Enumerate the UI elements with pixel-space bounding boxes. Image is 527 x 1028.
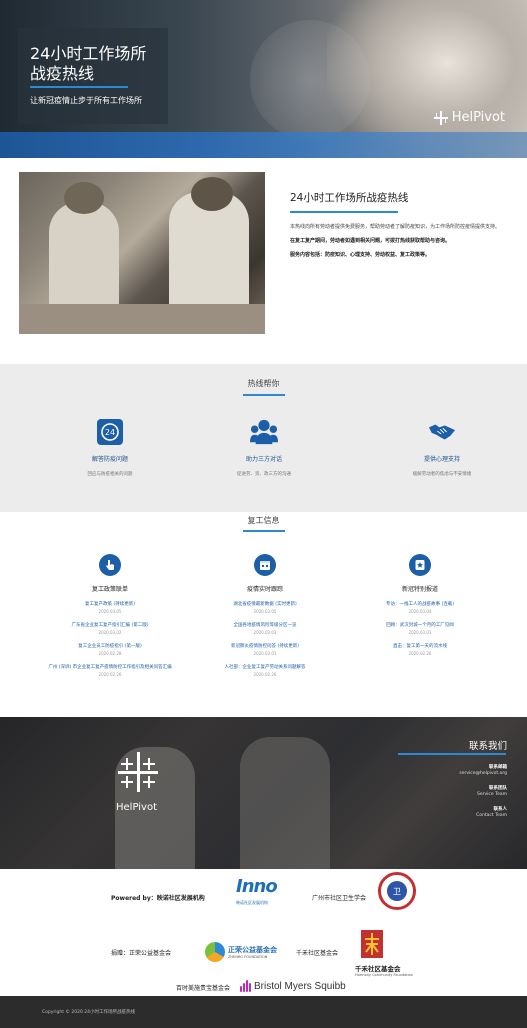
hero-banner: 24小时工作场所战疫热线 让新冠疫情止步于所有工作场所 HelPivot <box>0 0 527 158</box>
helpivot-logo-icon <box>118 752 158 792</box>
hotline-item-title: 解答防疫问题 <box>91 456 128 463</box>
return-column: 复工政策联单 复工复产政策 (持续更新) 2020.03.05 广东省企业复工复… <box>25 554 195 677</box>
svg-text:24: 24 <box>105 428 115 437</box>
contact-value: Contact Team <box>476 813 507 818</box>
news-date: 2020.03.01 <box>253 651 277 656</box>
news-date: 2020.03.05 <box>253 609 277 614</box>
hotline-item-title: 提供心理支持 <box>423 456 460 463</box>
helpivot-logo-icon <box>433 110 448 125</box>
return-title-underline <box>243 530 285 532</box>
news-link[interactable]: 广州 (深圳) 市企业复工复产疫情防控工作指引及相关问答汇编 <box>25 665 195 671</box>
news-date: 2020.03.02 <box>98 630 122 635</box>
bms-name: Bristol Myers Squibb <box>254 980 346 992</box>
qianhe-title: 千禾社区基金会 <box>355 965 401 973</box>
zhengrong-icon <box>205 942 225 962</box>
star-badge-icon <box>409 554 431 576</box>
contact-brand-name: HelPivot <box>116 802 157 813</box>
guangzhou-society-seal[interactable]: 卫 <box>378 872 416 910</box>
qianhe-subtitle: Harmony Community Foundation <box>355 973 414 977</box>
news-date: 2020.03.03 <box>253 630 277 635</box>
calendar-icon <box>254 554 276 576</box>
about-paragraph: 服务内容包括：防疫知识、心理支持、劳动权益、复工政策等。 <box>290 252 431 258</box>
return-title: 复工信息 <box>247 516 280 525</box>
people-icon <box>250 418 278 446</box>
contact-title-underline <box>398 753 506 755</box>
about-title: 24小时工作场所战疫热线 <box>290 192 409 204</box>
news-link[interactable]: 回顾：武汉封城一个月的工厂见闻 <box>335 623 505 629</box>
news-date: 2020.02.28 <box>98 651 122 656</box>
calendar-24-icon: 24 <box>96 418 124 446</box>
copyright: Copyright © 2020 24小时工作场所战疫热线 <box>42 1010 135 1015</box>
news-date: 2020.03.05 <box>98 609 122 614</box>
hotline-title: 热线帮你 <box>247 379 280 388</box>
hero-blue-stripe <box>0 132 527 158</box>
bms-logo[interactable]: Bristol Myers Squibb <box>240 980 346 992</box>
hotline-item[interactable]: 提供心理支持 缓解劳动者的焦虑与不安情绪 <box>372 418 512 477</box>
news-date: 2020.02.26 <box>253 672 277 677</box>
contact-section <box>0 717 527 869</box>
news-link[interactable]: 湖北省疫情最新数据 (实时更新) <box>180 602 350 608</box>
hotline-item-desc: 缓解劳动者的焦虑与不安情绪 <box>412 472 472 477</box>
hotline-item-desc: 促进劳、资、政三方的沟通 <box>237 472 291 477</box>
about-section: 24小时工作场所战疫热线 本热线向所有劳动者提供免费服务，帮助劳动者了解防疫知识… <box>290 190 510 265</box>
news-link[interactable]: 专访：一线工人的战疫故事 (连载) <box>335 602 505 608</box>
hotline-title-underline <box>243 394 285 396</box>
news-link[interactable]: 复工复产政策 (持续更新) <box>25 602 195 608</box>
return-column-title: 复工政策联单 <box>91 586 128 593</box>
news-link[interactable]: 复工企业员工防疫指引 (第一版) <box>25 644 195 650</box>
contact-item[interactable]: 联系团队 Service Team <box>477 785 507 797</box>
hotline-item[interactable]: 24 解答防疫问题 回应与防疫相关的问题 <box>40 418 180 477</box>
return-column-title: 疫情实时跟踪 <box>246 586 283 593</box>
about-title-underline <box>290 211 398 213</box>
hero-brand-name: HelPivot <box>451 110 505 125</box>
bms-bars-icon <box>240 980 251 992</box>
news-link[interactable]: 广东省企业复工复产指引汇编 (第二版) <box>25 623 195 629</box>
guangzhou-society-label: 广州市社区卫生学会 <box>312 895 367 902</box>
contact-value: service@helpivot.org <box>459 771 507 776</box>
powered-by-label: Powered by：映诺社区发展机构 <box>111 895 205 902</box>
contact-item[interactable]: 联系邮箱 service@helpivot.org <box>459 764 507 776</box>
hotline-item-desc: 回应与防疫相关的问题 <box>87 472 133 477</box>
news-link[interactable]: 人社部：企业复工复产劳动关系问题解答 <box>180 665 350 671</box>
hero-brand-logo[interactable]: HelPivot <box>433 110 505 125</box>
donor-label: 捐赠：正荣公益基金会 <box>111 950 172 957</box>
return-column-title: 新冠特别报道 <box>401 586 438 593</box>
news-link[interactable]: 新冠肺炎疫情防控问答 (持续更新) <box>180 644 350 650</box>
hero-subtitle: 让新冠疫情止步于所有工作场所 <box>30 96 142 105</box>
contact-key: 联系团队 <box>489 786 507 791</box>
news-date: 2020.02.26 <box>98 672 122 677</box>
hotline-item[interactable]: 助力三方对话 促进劳、资、政三方的沟通 <box>194 418 334 477</box>
contact-value: Service Team <box>477 792 507 797</box>
about-paragraph: 在复工复产期间，劳动者如遇到相关问题，可拨打热线获取帮助与咨询。 <box>290 238 451 244</box>
contact-key: 联系邮箱 <box>489 765 507 770</box>
bms-label: 百时美施贵宝基金会 <box>176 985 231 992</box>
qianhe-logo-icon[interactable] <box>361 930 383 958</box>
hero-title: 24小时工作场所战疫热线 <box>30 44 147 83</box>
zhengrong-foundation-logo[interactable]: 正荣公益基金会 ZHENRO FOUNDATION <box>205 942 277 962</box>
qianhe-label: 千禾社区基金会 <box>296 950 339 957</box>
hotline-item-title: 助力三方对话 <box>245 456 282 463</box>
return-column: 新冠特别报道 专访：一线工人的战疫故事 (连载) 2020.03.04 回顾：武… <box>335 554 505 656</box>
news-date: 2020.03.01 <box>408 630 432 635</box>
contact-title: 联系我们 <box>468 741 507 752</box>
inno-logo[interactable]: Inno 映诺社区发展机构 <box>228 870 300 918</box>
news-date: 2020.02.26 <box>408 651 432 656</box>
contact-key: 联系人 <box>493 807 508 812</box>
handshake-icon <box>428 418 456 446</box>
about-workers-image <box>19 172 265 334</box>
hand-pointer-icon <box>99 554 121 576</box>
news-link[interactable]: 全国各地疫情风险等级分区一览 <box>180 623 350 629</box>
footer: Copyright © 2020 24小时工作场所战疫热线 <box>0 996 527 1028</box>
news-date: 2020.03.04 <box>408 609 432 614</box>
contact-item[interactable]: 联系人 Contact Team <box>476 806 507 818</box>
news-link[interactable]: 直击：复工第一天的流水线 <box>335 644 505 650</box>
return-column: 疫情实时跟踪 湖北省疫情最新数据 (实时更新) 2020.03.05 全国各地疫… <box>180 554 350 677</box>
about-paragraph: 本热线向所有劳动者提供免费服务，帮助劳动者了解防疫知识，为工作场所防控疫情提供支… <box>290 224 501 230</box>
hero-title-underline <box>30 86 128 88</box>
